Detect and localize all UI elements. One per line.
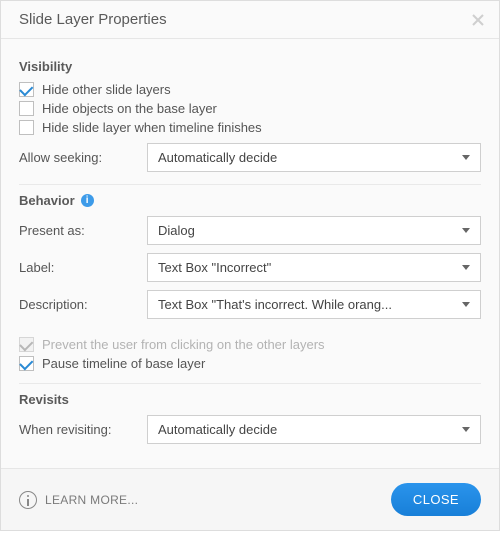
label-prevent-click-other-layers: Prevent the user from clicking on the ot… <box>42 337 325 352</box>
row-hide-base-objects[interactable]: Hide objects on the base layer <box>19 101 481 116</box>
dialog-title: Slide Layer Properties <box>19 11 167 28</box>
label-when-revisiting: When revisiting: <box>19 422 147 437</box>
info-outline-icon <box>19 491 37 509</box>
label-allow-seeking: Allow seeking: <box>19 150 147 165</box>
checkbox-hide-other-layers[interactable] <box>19 82 34 97</box>
select-present-as-value: Dialog <box>158 223 195 238</box>
chevron-down-icon <box>462 265 470 270</box>
label-hide-on-timeline-finish: Hide slide layer when timeline finishes <box>42 120 262 135</box>
label-present-as: Present as: <box>19 223 147 238</box>
select-present-as[interactable]: Dialog <box>147 216 481 245</box>
chevron-down-icon <box>462 302 470 307</box>
select-allow-seeking[interactable]: Automatically decide <box>147 143 481 172</box>
select-when-revisiting[interactable]: Automatically decide <box>147 415 481 444</box>
checkbox-hide-base-objects[interactable] <box>19 101 34 116</box>
close-icon[interactable] <box>471 13 485 27</box>
close-button[interactable]: CLOSE <box>391 483 481 516</box>
dialog-body: Visibility Hide other slide layers Hide … <box>1 39 499 468</box>
row-description: Description: Text Box "That's incorrect.… <box>19 290 481 319</box>
checkbox-hide-on-timeline-finish[interactable] <box>19 120 34 135</box>
learn-more-link[interactable]: LEARN MORE... <box>19 491 138 509</box>
row-prevent-click-other-layers: Prevent the user from clicking on the ot… <box>19 337 481 352</box>
info-icon[interactable]: i <box>81 194 94 207</box>
row-present-as: Present as: Dialog <box>19 216 481 245</box>
dialog-footer: LEARN MORE... CLOSE <box>1 468 499 530</box>
chevron-down-icon <box>462 228 470 233</box>
row-pause-base-timeline[interactable]: Pause timeline of base layer <box>19 356 481 371</box>
row-hide-on-timeline-finish[interactable]: Hide slide layer when timeline finishes <box>19 120 481 135</box>
select-when-revisiting-value: Automatically decide <box>158 422 277 437</box>
learn-more-text: LEARN MORE... <box>45 493 138 507</box>
label-description: Description: <box>19 297 147 312</box>
divider <box>19 184 481 185</box>
checkbox-pause-base-timeline[interactable] <box>19 356 34 371</box>
row-label: Label: Text Box "Incorrect" <box>19 253 481 282</box>
checkbox-prevent-click-other-layers <box>19 337 34 352</box>
row-allow-seeking: Allow seeking: Automatically decide <box>19 143 481 172</box>
divider <box>19 383 481 384</box>
select-description-value: Text Box "That's incorrect. While orang.… <box>158 297 392 312</box>
select-description[interactable]: Text Box "That's incorrect. While orang.… <box>147 290 481 319</box>
label-hide-other-layers: Hide other slide layers <box>42 82 171 97</box>
behavior-heading: Behavior i <box>19 193 481 208</box>
slide-layer-properties-dialog: Slide Layer Properties Visibility Hide o… <box>0 0 500 531</box>
titlebar: Slide Layer Properties <box>1 1 499 39</box>
select-label[interactable]: Text Box "Incorrect" <box>147 253 481 282</box>
label-pause-base-timeline: Pause timeline of base layer <box>42 356 205 371</box>
row-when-revisiting: When revisiting: Automatically decide <box>19 415 481 444</box>
behavior-heading-text: Behavior <box>19 193 75 208</box>
select-label-value: Text Box "Incorrect" <box>158 260 271 275</box>
revisits-heading: Revisits <box>19 392 481 407</box>
visibility-heading: Visibility <box>19 59 481 74</box>
chevron-down-icon <box>462 427 470 432</box>
select-allow-seeking-value: Automatically decide <box>158 150 277 165</box>
label-label: Label: <box>19 260 147 275</box>
row-hide-other-layers[interactable]: Hide other slide layers <box>19 82 481 97</box>
chevron-down-icon <box>462 155 470 160</box>
label-hide-base-objects: Hide objects on the base layer <box>42 101 217 116</box>
